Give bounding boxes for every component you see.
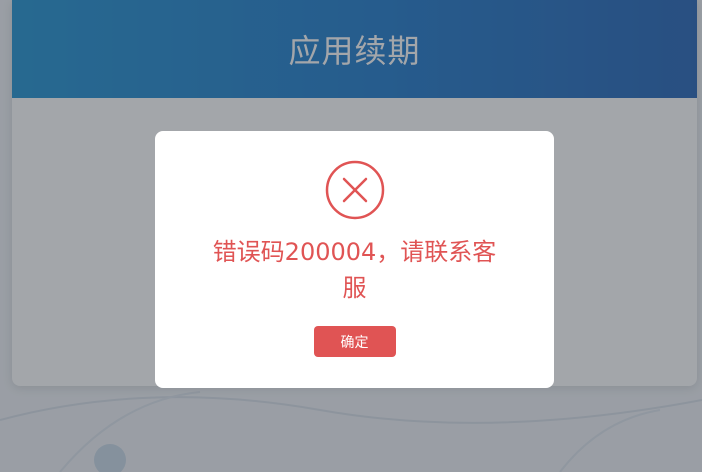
confirm-button[interactable]: 确定: [313, 326, 396, 357]
error-message: 错误码200004，请联系客服: [212, 238, 497, 302]
error-circle-x-icon: [325, 160, 384, 220]
error-dialog: 错误码200004，请联系客服 确定: [155, 131, 554, 388]
